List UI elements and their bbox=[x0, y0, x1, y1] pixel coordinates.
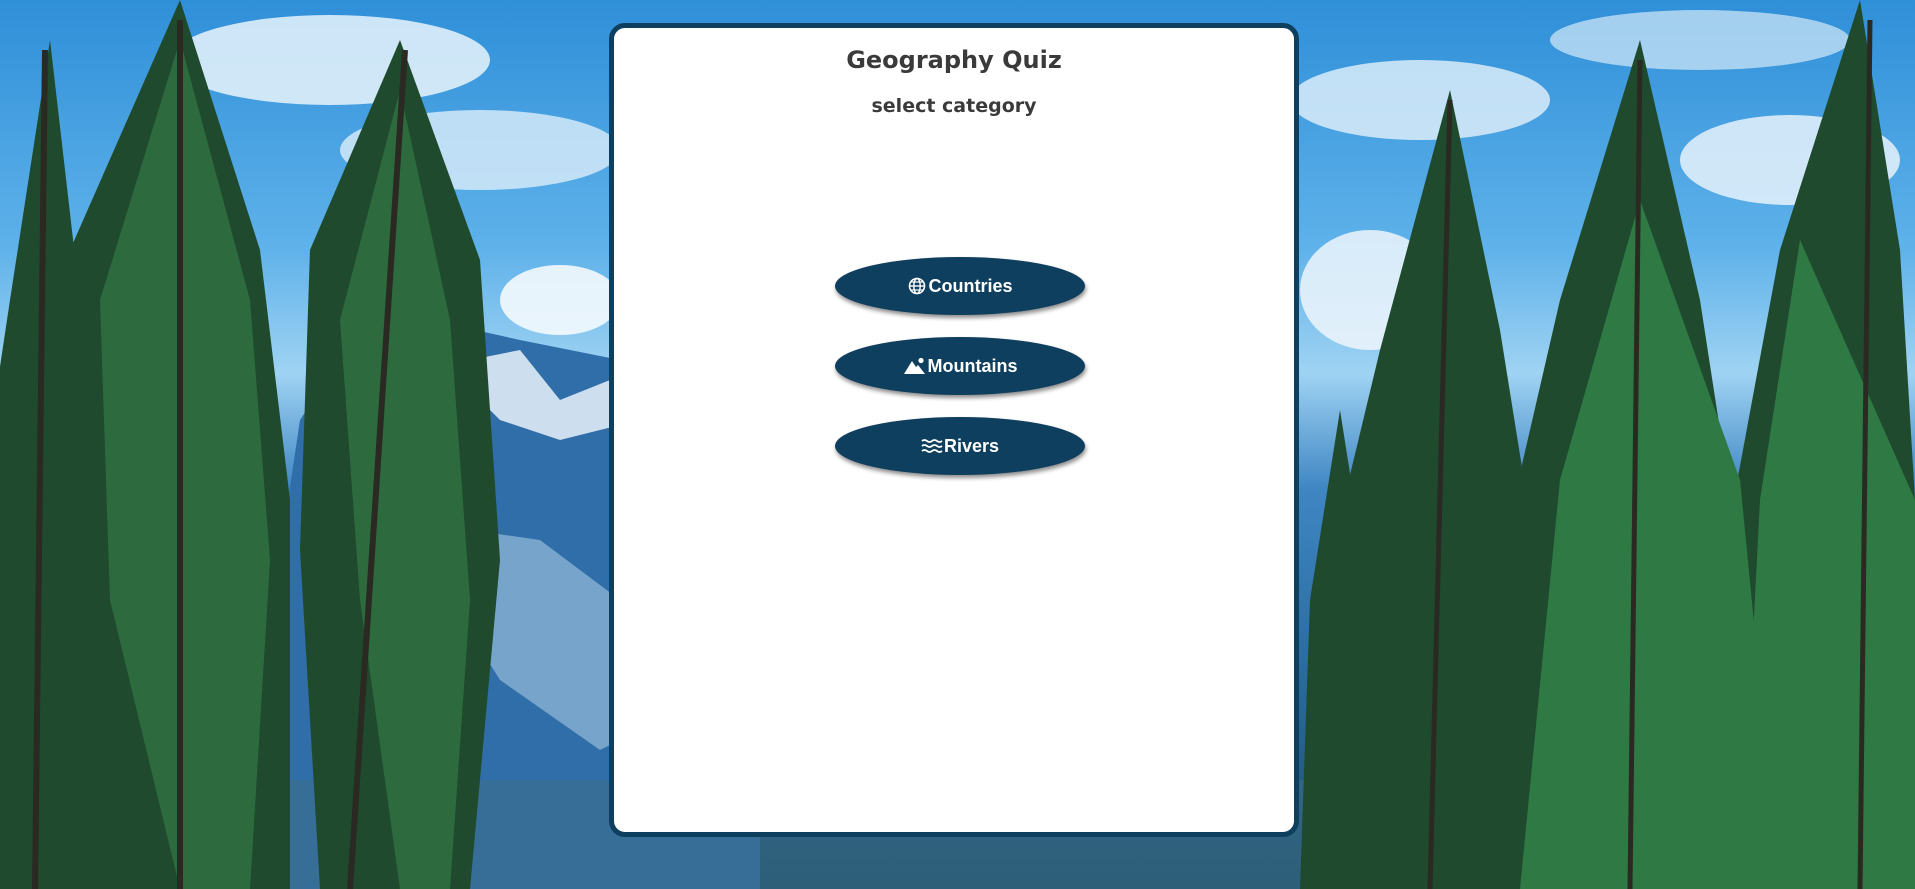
globe-icon bbox=[907, 276, 927, 296]
quiz-title: Geography Quiz bbox=[846, 46, 1062, 74]
countries-button-label: Countries bbox=[928, 275, 1013, 296]
rivers-button-label: Rivers bbox=[943, 435, 1000, 456]
mountains-button-label: Mountains bbox=[927, 355, 1018, 376]
countries-button[interactable]: Countries bbox=[835, 257, 1085, 315]
mountain-icon bbox=[903, 356, 927, 376]
quiz-subtitle: select category bbox=[871, 95, 1037, 117]
rivers-button[interactable]: Rivers bbox=[835, 417, 1085, 475]
quiz-card: Geography Quiz select category Countries bbox=[609, 23, 1299, 837]
water-waves-icon bbox=[921, 436, 943, 456]
mountains-button[interactable]: Mountains bbox=[835, 337, 1085, 395]
